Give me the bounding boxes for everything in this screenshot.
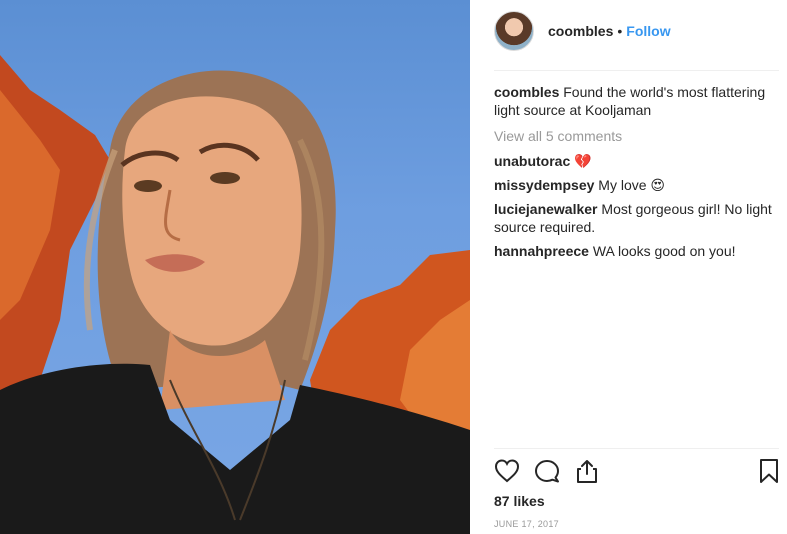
header-divider <box>494 70 779 71</box>
bookmark-icon[interactable] <box>756 458 782 489</box>
post-sidebar: coombles • Follow coombles Found the wor… <box>470 0 787 534</box>
comment-text: My love 😍 <box>598 177 666 193</box>
post-date: JUNE 17, 2017 <box>494 519 559 529</box>
comment-text: 💔 <box>574 153 592 169</box>
separator-dot: • <box>617 23 623 39</box>
likes-count[interactable]: 87 likes <box>494 493 545 509</box>
comment-username[interactable]: luciejanewalker <box>494 201 598 217</box>
follow-button[interactable]: Follow <box>626 23 670 39</box>
caption: coombles Found the world's most flatteri… <box>494 83 776 119</box>
share-icon[interactable] <box>574 458 600 489</box>
post-header: coombles • Follow <box>494 10 671 52</box>
caption-username[interactable]: coombles <box>494 84 559 100</box>
comment-username[interactable]: missydempsey <box>494 177 594 193</box>
comment-item: missydempsey My love 😍 <box>494 176 776 194</box>
comment-username[interactable]: hannahpreece <box>494 243 589 259</box>
action-bar <box>494 458 782 486</box>
photo-illustration <box>0 55 470 534</box>
comment-username[interactable]: unabutorac <box>494 153 570 169</box>
comments-section: coombles Found the world's most flatteri… <box>494 83 776 266</box>
comment-item: luciejanewalker Most gorgeous girl! No l… <box>494 200 776 236</box>
comment-item: hannahpreece WA looks good on you! <box>494 242 776 260</box>
post-photo[interactable] <box>0 0 470 534</box>
view-all-comments-link[interactable]: View all 5 comments <box>494 127 776 145</box>
avatar[interactable] <box>494 11 534 51</box>
comment-item: unabutorac 💔 <box>494 152 776 170</box>
heart-icon[interactable] <box>494 458 520 489</box>
comment-text: WA looks good on you! <box>592 243 736 259</box>
actions-divider <box>494 448 779 449</box>
comment-icon[interactable] <box>534 458 560 489</box>
header-username[interactable]: coombles <box>548 23 613 39</box>
